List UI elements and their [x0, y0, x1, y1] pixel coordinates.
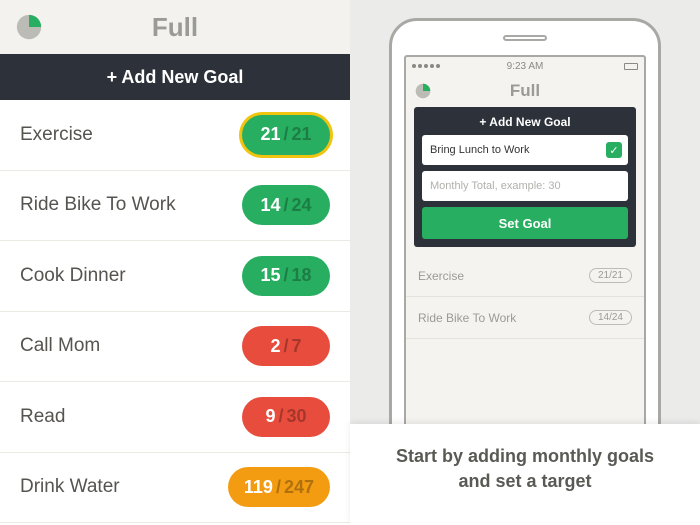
mini-goal-row[interactable]: Ride Bike To Work14/24 [406, 297, 644, 339]
goal-label: Drink Water [20, 476, 120, 498]
goal-row[interactable]: Drink Water 119/247 [0, 453, 350, 524]
mini-progress-pill: 21/21 [589, 268, 632, 283]
chart-icon[interactable] [14, 12, 44, 42]
onboarding-panel: 9:23 AM Full + Add New Goal Bring Lunch … [350, 0, 700, 525]
app-title: Full [152, 12, 198, 43]
goal-row[interactable]: Read 9/30 [0, 382, 350, 453]
goal-label: Cook Dinner [20, 265, 126, 287]
mini-goals-list: Exercise21/21Ride Bike To Work14/24 [406, 255, 644, 339]
add-new-goal-button[interactable]: + Add New Goal [0, 54, 350, 100]
speaker-icon [503, 35, 547, 41]
mini-header: Full [406, 75, 644, 107]
progress-pill[interactable]: 15/18 [242, 256, 330, 296]
progress-pill[interactable]: 119/247 [228, 467, 330, 507]
progress-pill[interactable]: 14/24 [242, 185, 330, 225]
mini-progress-pill: 14/24 [589, 310, 632, 325]
status-bar: 9:23 AM [406, 57, 644, 75]
status-time: 9:23 AM [507, 61, 544, 72]
mini-title: Full [510, 81, 540, 101]
progress-pill[interactable]: 2/7 [242, 326, 330, 366]
phone-mock: 9:23 AM Full + Add New Goal Bring Lunch … [389, 18, 661, 458]
goals-list: Exercise 21/21 Ride Bike To Work 14/24 Cook … [0, 100, 350, 525]
goal-row[interactable]: Cook Dinner 15/18 [0, 241, 350, 312]
progress-pill[interactable]: 21/21 [242, 115, 330, 155]
mini-goal-row[interactable]: Exercise21/21 [406, 255, 644, 297]
phone-screen: 9:23 AM Full + Add New Goal Bring Lunch … [404, 55, 646, 455]
goal-label: Ride Bike To Work [20, 194, 176, 216]
goal-row[interactable]: Ride Bike To Work 14/24 [0, 171, 350, 242]
goal-name-input[interactable]: Bring Lunch to Work ✓ [422, 135, 628, 165]
check-icon: ✓ [606, 142, 622, 158]
signal-icon [412, 64, 440, 68]
panel-title: + Add New Goal [422, 115, 628, 129]
chart-icon[interactable] [414, 82, 432, 100]
goals-screen: Full + Add New Goal Exercise 21/21 Ride Bi… [0, 0, 350, 525]
battery-icon [624, 63, 638, 70]
app-header: Full [0, 0, 350, 54]
set-goal-button[interactable]: Set Goal [422, 207, 628, 239]
goal-row[interactable]: Exercise 21/21 [0, 100, 350, 171]
progress-pill[interactable]: 9/30 [242, 397, 330, 437]
goal-total-input[interactable]: Monthly Total, example: 30 [422, 171, 628, 201]
goal-label: Exercise [20, 124, 93, 146]
caption: Start by adding monthly goals and set a … [350, 424, 700, 525]
new-goal-panel: + Add New Goal Bring Lunch to Work ✓ Mon… [414, 107, 636, 247]
goal-label: Read [20, 406, 65, 428]
goal-label: Call Mom [20, 335, 100, 357]
goal-row[interactable]: Call Mom 2/7 [0, 312, 350, 383]
